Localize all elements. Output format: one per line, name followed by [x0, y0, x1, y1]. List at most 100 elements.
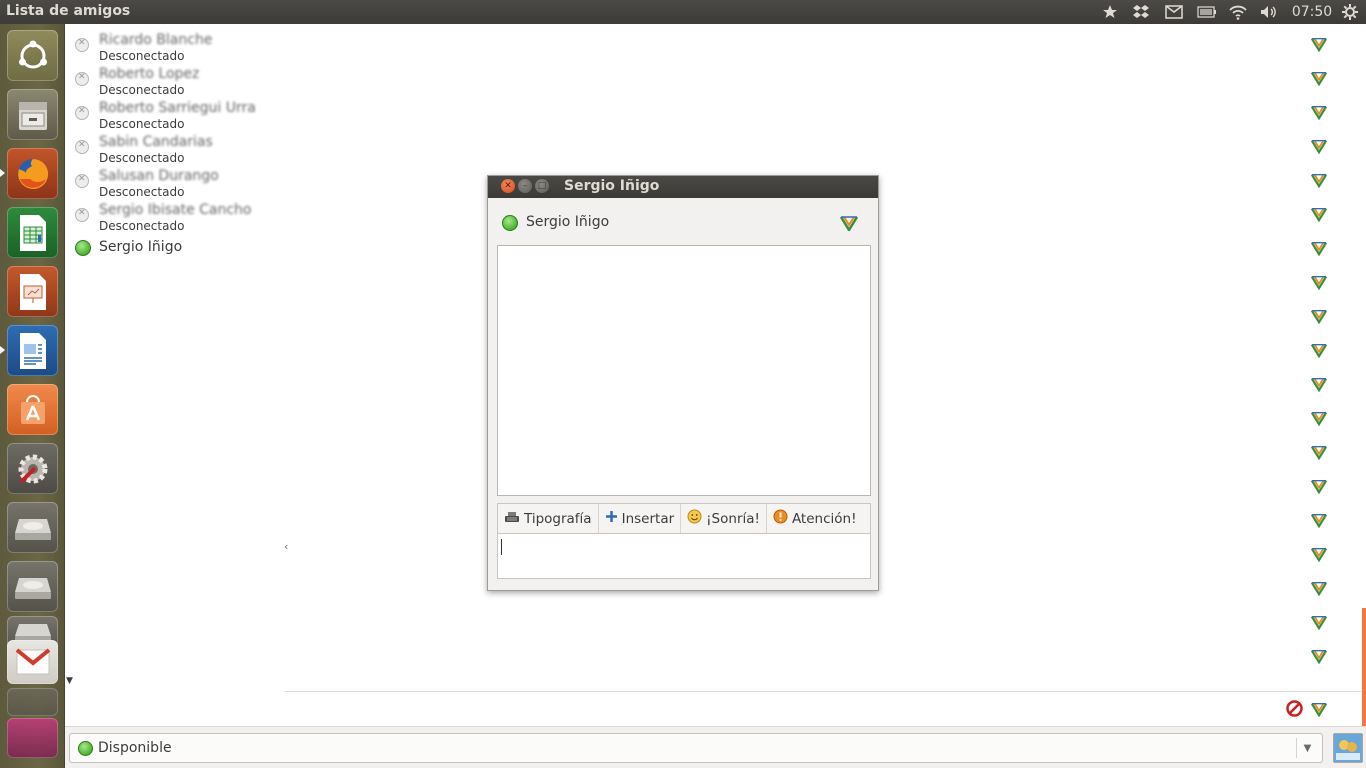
- running-indicator: [0, 169, 5, 177]
- status-bar: Disponible ▼: [65, 726, 1366, 768]
- protocol-icon[interactable]: [1310, 580, 1328, 597]
- mail-icon[interactable]: [1164, 3, 1184, 21]
- online-status-icon: [502, 215, 518, 231]
- smile-button-label: ¡Sonría!: [706, 510, 760, 527]
- protocol-icon[interactable]: [1310, 342, 1328, 359]
- buddy-row[interactable]: Sabin Candarias Desconectado: [65, 130, 285, 165]
- protocol-icon[interactable]: [1310, 274, 1328, 291]
- text-caret: [501, 539, 502, 555]
- chat-titlebar[interactable]: ✕ – □ Sergio Iñigo: [488, 176, 878, 198]
- gmail-icon: [15, 648, 50, 675]
- spreadsheet-icon: [19, 214, 46, 251]
- protocol-icon[interactable]: [1310, 546, 1328, 563]
- calc-launcher[interactable]: [7, 207, 58, 258]
- protocol-icon[interactable]: [1310, 36, 1328, 53]
- buddy-row[interactable]: Salusan Durango Desconectado: [65, 164, 285, 199]
- typewriter-icon: [504, 511, 520, 527]
- file-cabinet-icon: [18, 101, 47, 130]
- firefox-launcher[interactable]: [7, 148, 58, 199]
- protocol-icon[interactable]: [1310, 206, 1328, 223]
- clock[interactable]: 07:50: [1292, 3, 1332, 21]
- drive-launcher-2[interactable]: [7, 561, 58, 612]
- plus-icon: [605, 510, 618, 527]
- window-title: Lista de amigos: [6, 3, 131, 19]
- software-center-launcher[interactable]: [7, 384, 58, 435]
- protocol-icon[interactable]: [1310, 376, 1328, 393]
- offline-status-icon: [75, 106, 89, 120]
- bookmark-star-icon[interactable]: [1100, 3, 1120, 21]
- buddy-row[interactable]: Roberto Lopez Desconectado: [65, 62, 285, 97]
- protocol-icon[interactable]: [1310, 478, 1328, 495]
- buddy-row[interactable]: Sergio Ibisate Cancho Desconectado: [65, 198, 285, 233]
- protocol-icon[interactable]: [1310, 512, 1328, 529]
- chevron-down-icon[interactable]: ▼: [1296, 738, 1318, 758]
- font-button[interactable]: Tipografía: [498, 504, 599, 533]
- maximize-window-button[interactable]: □: [535, 179, 549, 193]
- smiley-icon: [687, 509, 702, 528]
- protocol-icon[interactable]: [1310, 172, 1328, 189]
- ubuntu-logo-icon: [18, 40, 47, 68]
- avatar-icon: [1334, 734, 1362, 762]
- protocol-icon[interactable]: [840, 215, 858, 231]
- drive-launcher-1[interactable]: [7, 502, 58, 553]
- buddy-name: Roberto Sarriegui Urra: [99, 100, 256, 116]
- protocol-icon[interactable]: [1310, 70, 1328, 87]
- protocol-icon[interactable]: [1310, 138, 1328, 155]
- offline-status-icon: [75, 140, 89, 154]
- document-icon: [19, 332, 46, 369]
- volume-icon[interactable]: [1258, 3, 1280, 21]
- smile-button[interactable]: ¡Sonría!: [681, 504, 767, 533]
- attention-button-label: Atención!: [791, 510, 857, 527]
- files-launcher[interactable]: [7, 89, 58, 140]
- presentation-icon: [19, 273, 46, 310]
- close-window-button[interactable]: ✕: [501, 179, 515, 193]
- protocol-icon[interactable]: [1310, 240, 1328, 257]
- wifi-icon[interactable]: [1227, 3, 1249, 21]
- system-settings-launcher[interactable]: [7, 443, 58, 494]
- pane-resize-handle[interactable]: ‹: [284, 540, 288, 553]
- minimize-window-button[interactable]: –: [518, 179, 532, 193]
- protocol-icon[interactable]: [1311, 701, 1327, 717]
- buddy-row[interactable]: Roberto Sarriegui Urra Desconectado: [65, 96, 285, 131]
- dropbox-icon[interactable]: [1131, 3, 1151, 21]
- protocol-icon[interactable]: [1310, 444, 1328, 461]
- chat-toolbar: Tipografía Insertar ¡Sonría! Atención!: [497, 503, 871, 534]
- launcher-item-stacked-2[interactable]: [7, 718, 58, 758]
- expander-arrow-icon[interactable]: ▼: [66, 676, 73, 686]
- launcher-item-stacked[interactable]: [7, 688, 58, 716]
- message-input[interactable]: [497, 533, 871, 579]
- protocol-icon[interactable]: [1310, 648, 1328, 665]
- hard-drive-icon: [14, 577, 51, 599]
- buddy-status: Desconectado: [99, 117, 185, 131]
- scrollbar-thumb[interactable]: [1362, 608, 1366, 726]
- buddy-name: Sergio Iñigo: [99, 239, 183, 255]
- chat-window-title: Sergio Iñigo: [564, 178, 660, 194]
- blocked-icon[interactable]: [1286, 700, 1303, 717]
- buddy-icon-button[interactable]: [1333, 733, 1363, 763]
- top-panel: Lista de amigos 07:50: [0, 0, 1366, 24]
- shopping-bag-icon: [20, 394, 45, 424]
- chat-header: Sergio Iñigo: [488, 198, 878, 244]
- settings-gear-icon[interactable]: [1339, 3, 1361, 21]
- protocol-icon[interactable]: [1310, 308, 1328, 325]
- impress-launcher[interactable]: [7, 266, 58, 317]
- status-selector-label: Disponible: [98, 740, 172, 756]
- chat-history[interactable]: [497, 245, 871, 496]
- font-button-label: Tipografía: [524, 510, 592, 527]
- warning-icon: [773, 509, 788, 528]
- buddy-row[interactable]: Ricardo Blanche Desconectado: [65, 28, 285, 63]
- chat-contact-name: Sergio Iñigo: [526, 214, 610, 230]
- offline-status-icon: [75, 174, 89, 188]
- ubuntu-dash-button[interactable]: [7, 30, 58, 81]
- gmail-launcher[interactable]: [7, 640, 58, 684]
- attention-button[interactable]: Atención!: [767, 504, 863, 533]
- status-selector[interactable]: Disponible ▼: [69, 733, 1323, 763]
- buddy-row[interactable]: Sergio Iñigo: [65, 231, 285, 265]
- protocol-icon[interactable]: [1310, 614, 1328, 631]
- settings-wrench-icon: [18, 454, 47, 483]
- protocol-icon[interactable]: [1310, 410, 1328, 427]
- protocol-icon[interactable]: [1310, 104, 1328, 121]
- battery-icon[interactable]: [1196, 3, 1218, 21]
- insert-button[interactable]: Insertar: [599, 504, 682, 533]
- writer-launcher[interactable]: [7, 325, 58, 376]
